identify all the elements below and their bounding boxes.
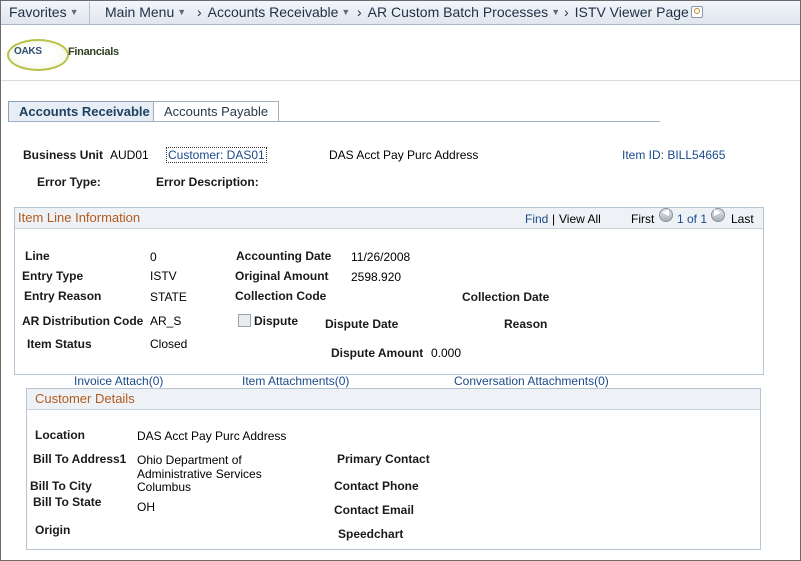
entry-type-label: Entry Type	[22, 269, 84, 283]
entry-reason-label: Entry Reason	[24, 289, 102, 303]
collection-code-label: Collection Code	[235, 289, 327, 303]
dispute-date-label: Dispute Date	[325, 317, 399, 331]
error-type-label: Error Type:	[37, 175, 101, 189]
nav-divider	[89, 2, 90, 24]
location-label: Location	[35, 428, 85, 442]
business-unit-label: Business Unit	[23, 148, 104, 162]
reason-label: Reason	[504, 317, 548, 331]
original-amount-value: 2598.920	[351, 270, 402, 284]
accounting-date-value: 11/26/2008	[351, 250, 411, 264]
tab-underline	[8, 121, 660, 122]
invoice-attach-link[interactable]: Invoice Attach(0)	[74, 374, 163, 388]
bill-to-city-label: Bill To City	[30, 479, 92, 493]
breadcrumb-separator-icon: ›	[357, 4, 362, 20]
item-line-title: Item Line Information	[18, 210, 141, 225]
logo-text: OAKS	[14, 46, 42, 57]
nav-accounts-receivable-label: Accounts Receivable	[207, 4, 339, 20]
tab-accounts-receivable[interactable]: Accounts Receivable	[8, 101, 161, 122]
speedchart-label: Speedchart	[338, 527, 404, 541]
entry-reason-value: STATE	[150, 290, 187, 304]
bill-to-address1-line2: Administrative Services	[137, 467, 262, 481]
item-id-link[interactable]: Item ID: BILL54665	[622, 148, 725, 162]
collection-date-label: Collection Date	[462, 290, 550, 304]
bill-to-address1-label: Bill To Address1	[33, 452, 127, 466]
nav-favorites[interactable]: Favorites ▼	[9, 4, 79, 20]
dispute-amount-label: Dispute Amount	[331, 346, 424, 360]
row-position: 1 of 1	[677, 212, 708, 226]
nav-accounts-receivable[interactable]: › Accounts Receivable ▼	[197, 4, 350, 20]
ar-distribution-code-label: AR Distribution Code	[22, 314, 144, 328]
customer-details-header: Customer Details	[27, 389, 760, 410]
customer-link[interactable]: Customer: DAS01	[166, 147, 267, 163]
customer-details-title: Customer Details	[35, 391, 135, 406]
next-icon[interactable]: ▶	[711, 207, 725, 222]
pipe-separator: |	[552, 212, 556, 226]
item-status-value: Closed	[150, 337, 188, 351]
ar-distribution-code-value: AR_S	[150, 314, 182, 328]
dispute-checkbox[interactable]	[238, 314, 251, 327]
chevron-down-icon: ▼	[551, 7, 561, 17]
item-status-label: Item Status	[27, 337, 92, 351]
last-link[interactable]: Last	[731, 212, 754, 226]
entry-type-value: ISTV	[150, 269, 177, 283]
location-value: DAS Acct Pay Purc Address	[137, 429, 287, 443]
tab-accounts-payable[interactable]: Accounts Payable	[153, 101, 280, 122]
chevron-down-icon: ▼	[341, 7, 351, 17]
search-icon[interactable]	[690, 6, 703, 18]
origin-label: Origin	[35, 523, 71, 537]
bill-to-city-value: Columbus	[137, 480, 192, 494]
nav-main-menu[interactable]: Main Menu ▼	[105, 4, 186, 20]
view-all-link[interactable]: View All	[559, 212, 601, 226]
previous-icon[interactable]: ◀	[659, 207, 673, 222]
error-description-label: Error Description:	[156, 175, 259, 189]
original-amount-label: Original Amount	[235, 269, 329, 283]
dispute-amount-value: 0.000	[431, 346, 462, 360]
bill-to-address1-line1: Ohio Department of	[137, 453, 242, 467]
conversation-attachments-link[interactable]: Conversation Attachments(0)	[454, 374, 609, 388]
breadcrumb-separator-icon: ›	[197, 4, 202, 20]
primary-contact-label: Primary Contact	[337, 452, 430, 466]
line-label: Line	[25, 249, 50, 263]
logo-subtitle: Financials	[68, 46, 119, 58]
header-band	[1, 25, 800, 81]
accounting-date-label: Accounting Date	[236, 249, 332, 263]
line-value: 0	[150, 250, 157, 264]
nav-ar-custom-batch[interactable]: › AR Custom Batch Processes ▼	[357, 4, 560, 20]
nav-main-menu-label: Main Menu	[105, 4, 175, 20]
item-attachments-link[interactable]: Item Attachments(0)	[242, 374, 349, 388]
chevron-down-icon: ▼	[177, 7, 187, 17]
chevron-down-icon: ▼	[69, 7, 79, 17]
nav-favorites-label: Favorites	[9, 4, 67, 20]
nav-istv-viewer[interactable]: › ISTV Viewer Page	[564, 4, 703, 20]
breadcrumb-separator-icon: ›	[564, 4, 569, 20]
dispute-label: Dispute	[254, 314, 299, 328]
nav-bar: Favorites ▼ Main Menu ▼ › Accounts Receivab…	[1, 1, 800, 25]
business-unit-value: AUD01	[110, 148, 149, 162]
find-link[interactable]: Find	[525, 212, 548, 226]
bill-to-state-label: Bill To State	[33, 495, 102, 509]
contact-phone-label: Contact Phone	[334, 479, 419, 493]
nav-ar-custom-batch-label: AR Custom Batch Processes	[367, 4, 549, 20]
first-link[interactable]: First	[631, 212, 654, 226]
nav-istv-viewer-label: ISTV Viewer Page	[574, 4, 689, 20]
customer-name: DAS Acct Pay Purc Address	[329, 148, 479, 162]
contact-email-label: Contact Email	[334, 503, 415, 517]
bill-to-state-value: OH	[137, 500, 155, 514]
